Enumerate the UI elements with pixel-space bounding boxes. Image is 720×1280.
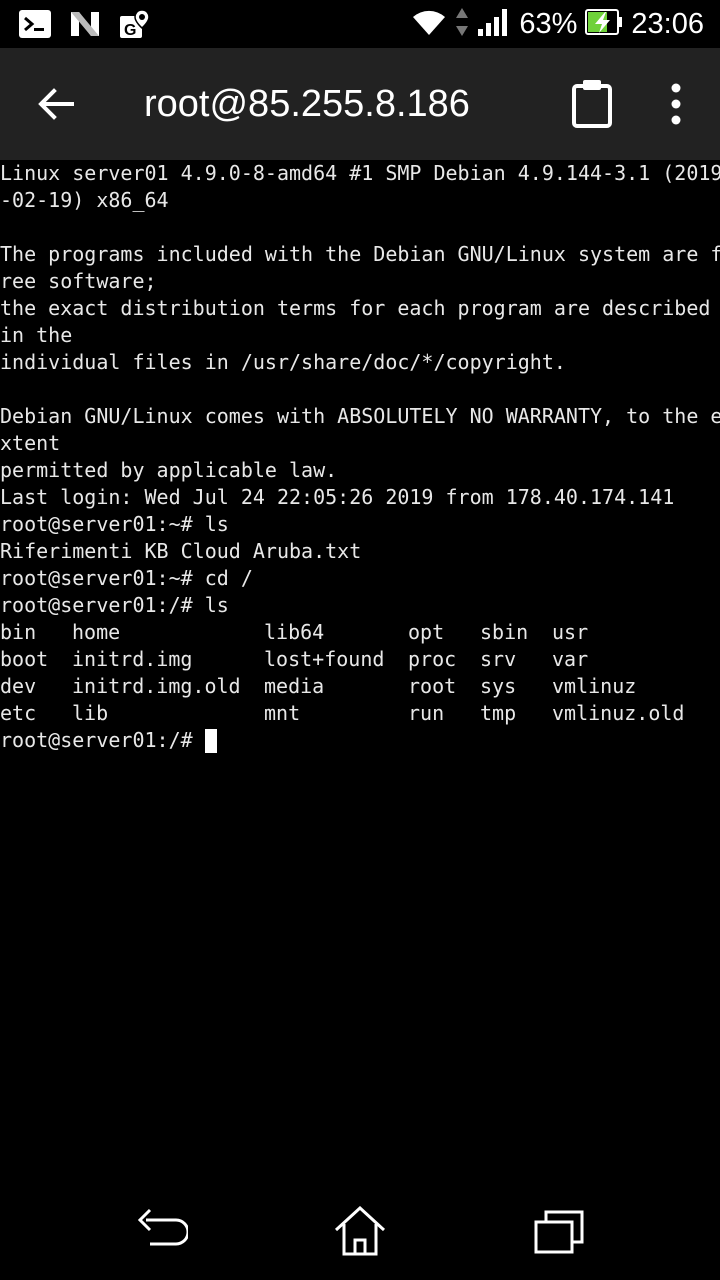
ls-entry: initrd.img xyxy=(72,647,193,671)
wifi-icon xyxy=(411,7,447,42)
terminal-line: the exact distribution terms for each pr… xyxy=(0,296,720,320)
ls-entry: lib xyxy=(72,701,109,725)
text-cursor xyxy=(204,728,217,753)
clipboard-icon xyxy=(572,80,612,128)
ls-entry: sys xyxy=(480,674,517,698)
ls-entry: lib64 xyxy=(264,620,325,644)
ls-entry: media xyxy=(264,674,325,698)
terminal-line: in the xyxy=(0,323,73,347)
back-button[interactable] xyxy=(34,82,78,126)
ls-row: boot initrd.img lost+found proc srv var xyxy=(0,646,720,673)
data-arrows-icon xyxy=(455,6,469,43)
ls-entry: mnt xyxy=(264,701,301,725)
prompt-line[interactable]: root@server01:/# xyxy=(0,727,720,754)
n-icon xyxy=(68,8,102,40)
recents-icon xyxy=(534,1210,584,1254)
ls-entry: usr xyxy=(552,620,589,644)
page-title: root@85.255.8.186 xyxy=(144,83,470,125)
terminal-line: -02-19) x86_64 xyxy=(0,188,169,212)
system-icons: 63% 23:06 xyxy=(411,6,704,42)
ls-entry: run xyxy=(408,701,445,725)
battery-percent: 63% xyxy=(519,8,578,40)
nav-home-button[interactable] xyxy=(332,1205,388,1258)
terminal-line: Riferimenti KB Cloud Aruba.txt xyxy=(0,539,362,563)
terminal-line: Debian GNU/Linux comes with ABSOLUTELY N… xyxy=(0,404,720,428)
battery-charging-icon xyxy=(585,8,623,41)
more-options-button[interactable] xyxy=(664,82,688,126)
ls-entry: proc xyxy=(408,647,457,671)
terminal-line: root@server01:~# ls xyxy=(0,512,229,536)
prompt-text: root@server01:/# xyxy=(0,728,205,752)
clock: 23:06 xyxy=(631,8,704,40)
ls-entry: vmlinuz.old xyxy=(552,701,685,725)
terminal-line: xtent xyxy=(0,431,61,455)
signal-icon xyxy=(477,7,511,42)
nav-recents-button[interactable] xyxy=(532,1206,588,1258)
ls-row: etc lib mnt run tmp vmlinuz.old xyxy=(0,700,720,727)
back-nav-icon xyxy=(137,1208,190,1246)
app-bar: root@85.255.8.186 xyxy=(0,48,720,160)
terminal-line: root@server01:~# cd / xyxy=(0,566,253,590)
ls-row: dev initrd.img.old media root sys vmlinuz xyxy=(0,673,720,700)
ls-entry: dev xyxy=(0,674,37,698)
terminal-lines: Linux server01 4.9.0-8-amd64 #1 SMP Debi… xyxy=(0,160,720,619)
ls-entry: tmp xyxy=(480,701,517,725)
screen: G 63% 23:06 root@85.255.8.186 Linux serv… xyxy=(0,0,720,1280)
nav-back-button[interactable] xyxy=(132,1206,190,1258)
ls-output: bin home lib64 opt sbin usr boot initrd.img lost… xyxy=(0,619,720,727)
terminal-line: Linux server01 4.9.0-8-amd64 #1 SMP Debi… xyxy=(0,161,720,185)
ls-entry: srv xyxy=(480,647,517,671)
ls-row: bin home lib64 opt sbin usr xyxy=(0,619,720,646)
terminal-line: root@server01:/# ls xyxy=(0,593,229,617)
status-bar: G 63% 23:06 xyxy=(0,0,720,48)
ls-entry: vmlinuz xyxy=(552,674,637,698)
notification-icons: G xyxy=(18,8,152,40)
maps-icon: G xyxy=(118,8,152,40)
arrow-back-icon xyxy=(38,88,74,120)
home-icon xyxy=(334,1205,386,1256)
ls-entry: root xyxy=(408,674,457,698)
ls-entry: boot xyxy=(0,647,49,671)
ls-entry: lost+found xyxy=(264,647,385,671)
ls-entry: opt xyxy=(408,620,445,644)
ls-entry: bin xyxy=(0,620,37,644)
ls-entry: home xyxy=(72,620,121,644)
terminal-line: Last login: Wed Jul 24 22:05:26 2019 fro… xyxy=(0,485,675,509)
clipboard-button[interactable] xyxy=(570,78,614,128)
more-vert-icon xyxy=(671,83,681,125)
svg-text:G: G xyxy=(124,22,136,39)
terminal-icon xyxy=(18,8,52,40)
ls-entry: var xyxy=(552,647,589,671)
ls-entry: initrd.img.old xyxy=(72,674,241,698)
ls-entry: etc xyxy=(0,701,37,725)
terminal-line: The programs included with the Debian GN… xyxy=(0,242,720,266)
navigation-bar xyxy=(0,1184,720,1280)
terminal-output[interactable]: Linux server01 4.9.0-8-amd64 #1 SMP Debi… xyxy=(0,160,720,1180)
terminal-line: permitted by applicable law. xyxy=(0,458,338,482)
ls-entry: sbin xyxy=(480,620,529,644)
terminal-line: individual files in /usr/share/doc/*/cop… xyxy=(0,350,566,374)
terminal-line: ree software; xyxy=(0,269,157,293)
